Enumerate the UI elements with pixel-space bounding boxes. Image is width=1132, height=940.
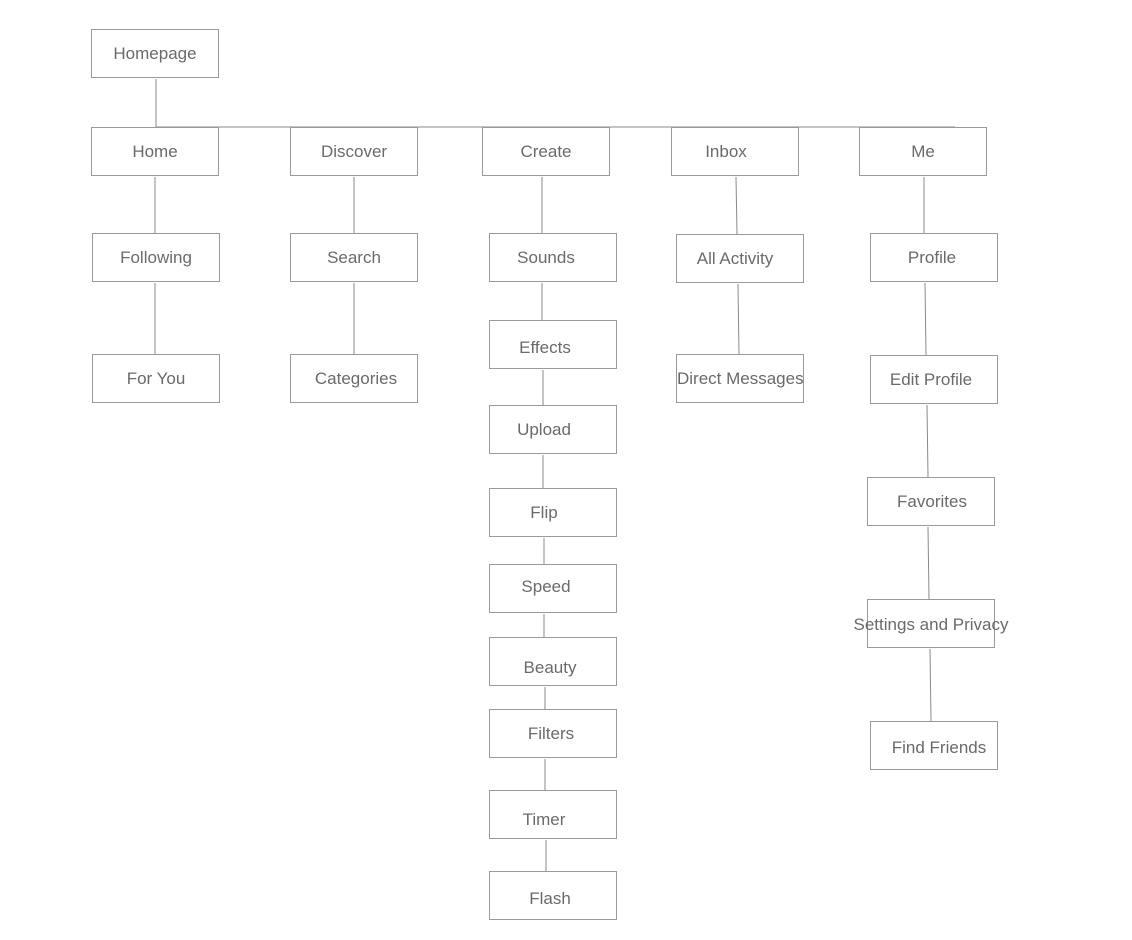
node-profile: Profile: [870, 233, 998, 282]
node-sounds: Sounds: [489, 233, 617, 282]
node-timer: Timer: [489, 790, 617, 839]
node-for-you: For You: [92, 354, 220, 403]
node-categories: Categories: [290, 354, 418, 403]
node-upload: Upload: [489, 405, 617, 454]
node-following: Following: [92, 233, 220, 282]
node-discover: Discover: [290, 127, 418, 176]
node-favorites: Favorites: [867, 477, 995, 526]
node-settings-and-privacy: Settings and Privacy: [854, 599, 1008, 648]
node-flip: Flip: [489, 488, 617, 537]
node-effects: Effects: [489, 320, 617, 369]
node-filters: Filters: [489, 709, 617, 758]
node-inbox: Inbox: [671, 127, 799, 176]
node-home: Home: [91, 127, 219, 176]
node-edit-profile: Edit Profile: [870, 355, 998, 404]
node-beauty: Beauty: [489, 637, 617, 686]
node-me: Me: [859, 127, 987, 176]
node-search: Search: [290, 233, 418, 282]
node-direct-messages: Direct Messages: [676, 354, 804, 403]
node-speed: Speed: [489, 564, 617, 613]
node-create: Create: [482, 127, 610, 176]
node-find-friends: Find Friends: [870, 721, 998, 770]
node-all-activity: All Activity: [676, 234, 804, 283]
node-flash: Flash: [489, 871, 617, 920]
node-homepage: Homepage: [91, 29, 219, 78]
